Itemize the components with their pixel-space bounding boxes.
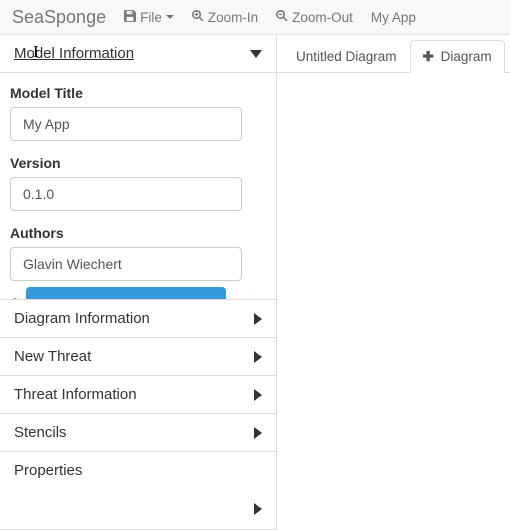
chevron-right-icon bbox=[254, 351, 262, 363]
zoom-in-icon bbox=[192, 10, 204, 25]
app-brand[interactable]: SeaSponge bbox=[12, 7, 106, 28]
save-icon bbox=[124, 10, 136, 25]
accordion-new-threat[interactable]: New Threat bbox=[0, 338, 276, 376]
accordion-model-information[interactable]: I Model Information bbox=[0, 35, 276, 73]
tab-untitled-diagram[interactable]: Untitled Diagram bbox=[283, 40, 410, 72]
chevron-right-icon bbox=[254, 427, 262, 439]
version-input[interactable] bbox=[10, 177, 242, 211]
navbar: SeaSponge File Zoom-In Zoom-Out My App bbox=[0, 0, 510, 35]
authors-label: Authors bbox=[10, 225, 266, 241]
accordion-diagram-information-title: Diagram Information bbox=[14, 310, 150, 327]
accordion-stencils[interactable]: Stencils bbox=[0, 414, 276, 452]
diagram-tabs: Untitled Diagram ✚ Diagram bbox=[277, 35, 510, 73]
model-title-label: Model Title bbox=[10, 85, 266, 101]
zoom-out-icon bbox=[276, 10, 288, 25]
accordion-threat-information[interactable]: Threat Information bbox=[0, 376, 276, 414]
accordion-new-threat-title: New Threat bbox=[14, 348, 91, 365]
zoom-out-label: Zoom-Out bbox=[292, 10, 353, 25]
accordion-properties[interactable]: Properties bbox=[0, 452, 276, 489]
model-information-panel: Model Title Version Authors Assumptions … bbox=[0, 73, 276, 300]
plus-icon: ✚ bbox=[423, 49, 434, 64]
authors-input[interactable] bbox=[10, 247, 242, 281]
tab-add-diagram-label: Diagram bbox=[441, 49, 492, 64]
sidebar: I Model Information Model Title Version … bbox=[0, 35, 277, 530]
file-menu-label: File bbox=[140, 10, 162, 25]
accordion-model-information-title: Model Information bbox=[14, 45, 134, 62]
chevron-right-icon bbox=[254, 313, 262, 325]
file-menu[interactable]: File bbox=[124, 10, 174, 25]
nav-app-link[interactable]: My App bbox=[371, 10, 416, 25]
chevron-right-icon bbox=[254, 389, 262, 401]
accordion-properties-title: Properties bbox=[14, 462, 82, 479]
zoom-out-button[interactable]: Zoom-Out bbox=[276, 10, 353, 25]
accordion-properties-chevron-row[interactable] bbox=[0, 489, 276, 530]
canvas-area: Untitled Diagram ✚ Diagram bbox=[277, 35, 510, 530]
tab-add-diagram[interactable]: ✚ Diagram bbox=[410, 40, 505, 73]
zoom-in-button[interactable]: Zoom-In bbox=[192, 10, 258, 25]
add-assumption-button[interactable]: + Add Asssumption bbox=[26, 287, 226, 300]
chevron-right-icon bbox=[254, 503, 262, 515]
version-label: Version bbox=[10, 155, 266, 171]
caret-down-icon bbox=[166, 15, 174, 19]
main-layout: I Model Information Model Title Version … bbox=[0, 35, 510, 530]
accordion-diagram-information[interactable]: Diagram Information bbox=[0, 300, 276, 338]
zoom-in-label: Zoom-In bbox=[208, 10, 258, 25]
chevron-down-icon bbox=[250, 50, 262, 58]
accordion-threat-information-title: Threat Information bbox=[14, 386, 137, 403]
model-title-input[interactable] bbox=[10, 107, 242, 141]
accordion-stencils-title: Stencils bbox=[14, 424, 67, 441]
